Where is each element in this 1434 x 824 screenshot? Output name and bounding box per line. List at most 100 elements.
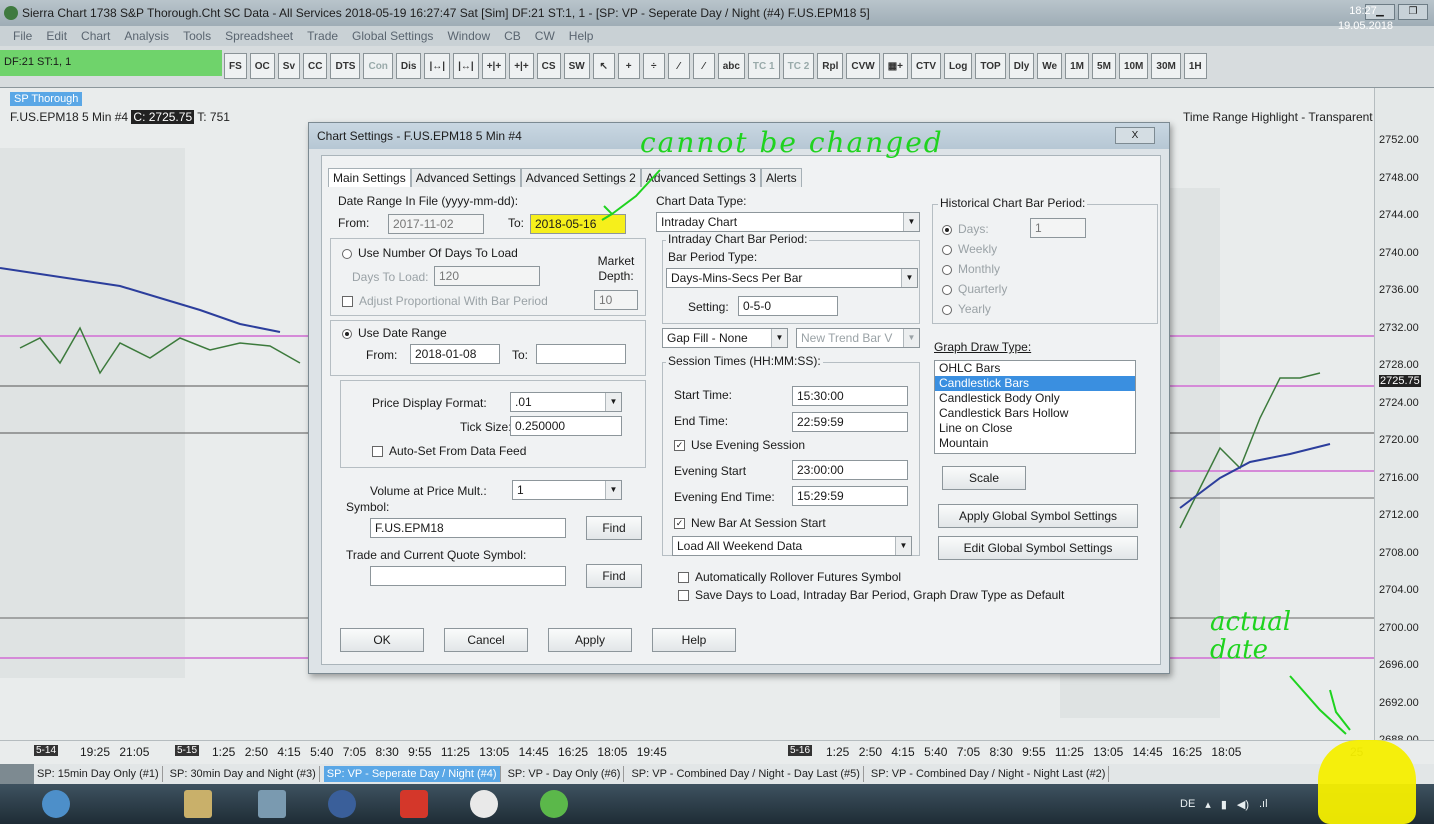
start-icon[interactable] [42, 790, 70, 818]
menu-trade[interactable]: Trade [300, 29, 345, 43]
toolbar-button[interactable]: |↔| [453, 53, 479, 79]
adjust-checkbox[interactable] [342, 296, 353, 308]
autoset-checkbox[interactable] [372, 446, 383, 458]
toolbar-button[interactable]: Sv [277, 53, 301, 79]
apply-global-symbol-button[interactable]: Apply Global Symbol Settings [938, 504, 1138, 528]
hist-weekly-radio[interactable] [942, 244, 952, 255]
toolbar-button[interactable]: We [1037, 53, 1063, 79]
graph-draw-option[interactable]: OHLC Bars [935, 361, 1135, 376]
chart-tab-6[interactable]: SP: VP - Day Only (#6) [505, 766, 625, 782]
tab-advanced-settings[interactable]: Advanced Settings [410, 168, 521, 187]
hist-monthly-radio[interactable] [942, 264, 952, 275]
toolbar-button[interactable]: TC 1 [747, 53, 780, 79]
weekend-data-select[interactable]: Load All Weekend Data ▼ [672, 536, 912, 556]
dropdown-arrow-icon[interactable]: ▼ [895, 537, 911, 555]
toolbar-button[interactable]: +|+ [509, 53, 534, 79]
chart-tag[interactable]: SP Thorough [10, 92, 83, 106]
find-symbol-button[interactable]: Find [586, 516, 642, 540]
menu-chart[interactable]: Chart [74, 29, 117, 43]
evening-end-field[interactable]: 15:29:59 [792, 486, 908, 506]
auto-rollover-checkbox[interactable] [678, 572, 689, 584]
hist-days-option[interactable]: Days: [942, 222, 989, 236]
help-button[interactable]: Help [652, 628, 736, 652]
toolbar-button[interactable]: Log [944, 53, 973, 79]
graph-draw-option[interactable]: Candlestick Bars Hollow [935, 406, 1135, 421]
toolbar-button[interactable]: ÷ [642, 53, 665, 79]
chart-tab-2[interactable]: SP: VP - Combined Day / Night - Night La… [868, 766, 1110, 782]
tab-advanced-settings-2[interactable]: Advanced Settings 2 [520, 168, 641, 187]
toolbar-button[interactable]: OC [249, 53, 275, 79]
menu-file[interactable]: File [6, 29, 39, 43]
toolbar-button[interactable]: Con [363, 53, 393, 79]
hist-weekly-option[interactable]: Weekly [942, 242, 997, 256]
toolbar-button[interactable]: ↖ [592, 53, 615, 79]
scale-button[interactable]: Scale [942, 466, 1026, 490]
toolbar-button[interactable]: 30M [1151, 53, 1181, 79]
toolbar-button[interactable]: ⁄ [692, 53, 715, 79]
clock-app-icon[interactable] [470, 790, 498, 818]
menu-spreadsheet[interactable]: Spreadsheet [218, 29, 300, 43]
network-icon[interactable]: ▮ [1221, 798, 1227, 811]
price-format-select[interactable]: .01 ▼ [510, 392, 622, 412]
graph-draw-option-selected[interactable]: Candlestick Bars [935, 376, 1135, 391]
chart-tab-5[interactable]: SP: VP - Combined Day / Night - Day Last… [628, 766, 864, 782]
tick-size-field[interactable]: 0.250000 [510, 416, 622, 436]
chart-data-type-select[interactable]: Intraday Chart ▼ [656, 212, 920, 232]
toolbar-button[interactable]: 1H [1183, 53, 1207, 79]
graph-draw-listbox[interactable]: OHLC Bars Candlestick Bars Candlestick B… [934, 360, 1136, 454]
signal-icon[interactable]: .ıl [1259, 798, 1268, 810]
start-time-field[interactable]: 15:30:00 [792, 386, 908, 406]
use-days-radio[interactable] [342, 248, 352, 259]
menu-cb[interactable]: CB [497, 29, 528, 43]
new-trend-select[interactable]: New Trend Bar V ▼ [796, 328, 920, 348]
use-evening-option[interactable]: ✓ Use Evening Session [674, 438, 805, 452]
toolbar-button[interactable]: abc [717, 53, 745, 79]
toolbar-button[interactable]: 1M [1065, 53, 1090, 79]
bar-period-type-select[interactable]: Days-Mins-Secs Per Bar ▼ [666, 268, 918, 288]
menu-edit[interactable]: Edit [39, 29, 74, 43]
menu-tools[interactable]: Tools [176, 29, 218, 43]
menu-window[interactable]: Window [440, 29, 497, 43]
market-depth-field[interactable]: 10 [594, 290, 638, 310]
tray-arrow-icon[interactable]: ▴ [1205, 798, 1211, 811]
toolbar-button[interactable]: CVW [846, 53, 880, 79]
graph-draw-option[interactable]: Mountain [935, 436, 1135, 451]
edit-global-symbol-button[interactable]: Edit Global Symbol Settings [938, 536, 1138, 560]
menu-help[interactable]: Help [562, 29, 601, 43]
time-axis[interactable]: 5-14 19:25 21:05 5-15 1:25 2:50 4:15 5:4… [0, 740, 1434, 764]
menu-cw[interactable]: CW [528, 29, 562, 43]
tab-alerts[interactable]: Alerts [760, 168, 802, 187]
toolbar-button[interactable]: ▦+ [882, 53, 909, 79]
gap-fill-select[interactable]: Gap Fill - None ▼ [662, 328, 788, 348]
tab-advanced-settings-3[interactable]: Advanced Settings 3 [640, 168, 761, 187]
dropdown-arrow-icon[interactable]: ▼ [903, 329, 919, 347]
days-to-load-field[interactable]: 120 [434, 266, 540, 286]
explorer-icon[interactable] [184, 790, 212, 818]
use-date-range-radio[interactable] [342, 328, 352, 339]
hist-yearly-radio[interactable] [942, 304, 952, 315]
hist-days-radio[interactable] [942, 224, 952, 235]
hist-yearly-option[interactable]: Yearly [942, 302, 991, 316]
autoset-option[interactable]: Auto-Set From Data Feed [372, 444, 526, 458]
hist-monthly-option[interactable]: Monthly [942, 262, 1000, 276]
sierra-chart-icon[interactable] [540, 790, 568, 818]
toolbar-button[interactable]: 5M [1092, 53, 1116, 79]
save-defaults-option[interactable]: Save Days to Load, Intraday Bar Period, … [678, 588, 1064, 602]
use-date-range-option[interactable]: Use Date Range [342, 326, 447, 340]
apply-button[interactable]: Apply [548, 628, 632, 652]
pin-icon[interactable] [400, 790, 428, 818]
toolbar-button[interactable]: TC 2 [782, 53, 815, 79]
app-icon-2[interactable] [258, 790, 286, 818]
toolbar-button[interactable]: SW [563, 53, 590, 79]
file-from-field[interactable]: 2017-11-02 [388, 214, 484, 234]
toolbar-button[interactable]: Dly [1008, 53, 1035, 79]
symbol-field[interactable]: F.US.EPM18 [370, 518, 566, 538]
find-trade-symbol-button[interactable]: Find [586, 564, 642, 588]
volume-icon[interactable]: ◀) [1237, 798, 1249, 811]
chart-tab-3[interactable]: SP: 30min Day and Night (#3) [167, 766, 320, 782]
auto-rollover-option[interactable]: Automatically Rollover Futures Symbol [678, 570, 901, 584]
hist-quarterly-option[interactable]: Quarterly [942, 282, 1007, 296]
setting-field[interactable]: 0-5-0 [738, 296, 838, 316]
toolbar-button[interactable]: 10M [1118, 53, 1149, 79]
language-indicator[interactable]: DE [1180, 798, 1195, 810]
